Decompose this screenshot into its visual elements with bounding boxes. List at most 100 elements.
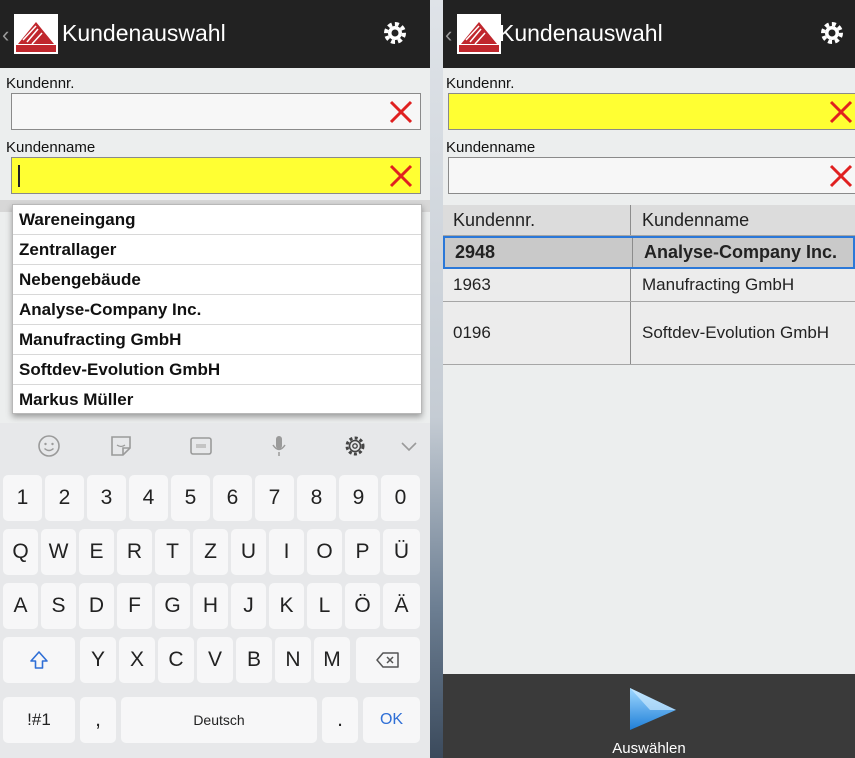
keyboard-settings-icon[interactable] — [342, 433, 368, 459]
key[interactable]: K — [269, 583, 304, 629]
key[interactable]: Ä — [383, 583, 420, 629]
key[interactable]: 2 — [45, 475, 84, 521]
key[interactable]: E — [79, 529, 114, 575]
backspace-key[interactable] — [356, 637, 420, 683]
key[interactable]: S — [41, 583, 76, 629]
key[interactable]: C — [158, 637, 194, 683]
settings-gear-icon[interactable] — [382, 20, 408, 46]
customer-name-field[interactable] — [11, 157, 421, 194]
select-play-icon[interactable] — [624, 680, 680, 736]
sticker-icon[interactable] — [108, 433, 134, 459]
clear-icon[interactable] — [388, 99, 414, 125]
key[interactable]: 1 — [3, 475, 42, 521]
key[interactable]: T — [155, 529, 190, 575]
action-bar: Auswählen — [443, 674, 855, 758]
key[interactable]: Y — [80, 637, 116, 683]
customer-no-field[interactable] — [448, 93, 855, 130]
period-key[interactable]: . — [322, 697, 358, 743]
cell-customer-name: Softdev-Evolution GmbH — [642, 323, 830, 342]
key[interactable]: G — [155, 583, 190, 629]
table-row-selected[interactable]: 2948 Analyse-Company Inc. — [443, 236, 855, 269]
emoji-icon[interactable] — [36, 433, 62, 459]
customer-name-label: Kundenname — [6, 139, 96, 156]
symbols-key[interactable]: !#1 — [3, 697, 75, 743]
clear-icon[interactable] — [388, 163, 414, 189]
table-row[interactable]: 1963 Manufracting GmbH — [443, 269, 855, 302]
cell-customer-no: 0196 — [443, 302, 631, 364]
column-header[interactable]: Kundenname — [632, 205, 855, 235]
key[interactable]: A — [3, 583, 38, 629]
clear-icon[interactable] — [828, 99, 854, 125]
customer-name-label: Kundenname — [446, 139, 536, 156]
key[interactable]: D — [79, 583, 114, 629]
key[interactable]: 5 — [171, 475, 210, 521]
cell-customer-name: Manufracting GmbH — [642, 275, 795, 294]
app-bar: ‹ Kundenauswahl — [443, 0, 855, 68]
key[interactable]: H — [193, 583, 228, 629]
key[interactable]: X — [119, 637, 155, 683]
key[interactable]: Ü — [383, 529, 420, 575]
on-screen-keyboard: 1 2 3 4 5 6 7 8 9 0 Q W E R T Z U I O P … — [0, 423, 430, 758]
suggestion-item[interactable]: Wareneingang — [13, 205, 421, 235]
key[interactable]: I — [269, 529, 304, 575]
keyboard-number-row: 1 2 3 4 5 6 7 8 9 0 — [0, 475, 430, 525]
key[interactable]: J — [231, 583, 266, 629]
key[interactable]: Q — [3, 529, 38, 575]
key[interactable]: M — [314, 637, 350, 683]
key[interactable]: P — [345, 529, 380, 575]
key[interactable]: L — [307, 583, 342, 629]
gif-icon[interactable] — [188, 433, 214, 459]
key[interactable]: 6 — [213, 475, 252, 521]
key[interactable]: V — [197, 637, 233, 683]
customer-no-label: Kundennr. — [6, 75, 75, 92]
cell-customer-no: 1963 — [443, 269, 631, 301]
suggestion-item[interactable]: Analyse-Company Inc. — [13, 295, 421, 325]
text-cursor — [18, 165, 20, 187]
key[interactable]: 7 — [255, 475, 294, 521]
customer-name-field[interactable] — [448, 157, 855, 194]
suggestion-item[interactable]: Zentrallager — [13, 235, 421, 265]
app-bar: ‹ Kundenauswahl — [0, 0, 430, 68]
page-title: Kundenauswahl — [62, 20, 226, 46]
suggestion-item[interactable]: Softdev-Evolution GmbH — [13, 355, 421, 385]
suggestion-item[interactable]: Markus Müller — [13, 385, 421, 415]
key[interactable]: O — [307, 529, 342, 575]
key[interactable]: Ö — [345, 583, 380, 629]
key[interactable]: U — [231, 529, 266, 575]
table-row[interactable]: 0196 Softdev-Evolution GmbH — [443, 302, 855, 365]
suggestion-item[interactable]: Nebengebäude — [13, 265, 421, 295]
key[interactable]: B — [236, 637, 272, 683]
key[interactable]: 0 — [381, 475, 420, 521]
right-screen: ‹ Kundenauswahl Kundennr. Kundenname Kun… — [443, 0, 855, 758]
back-arrow-icon[interactable]: ‹ — [445, 22, 452, 48]
settings-gear-icon[interactable] — [819, 20, 845, 46]
back-arrow-icon[interactable]: ‹ — [2, 22, 9, 48]
page-title: Kundenauswahl — [499, 20, 663, 46]
select-button-label[interactable]: Auswählen — [443, 740, 855, 757]
key[interactable]: F — [117, 583, 152, 629]
key[interactable]: Z — [193, 529, 228, 575]
company-logo-icon — [457, 14, 501, 54]
keyboard-row-3: Y X C V B N M — [0, 637, 430, 687]
cell-customer-no: 2948 — [445, 238, 633, 267]
shift-arrow-icon — [30, 651, 48, 669]
ok-key[interactable]: OK — [363, 697, 420, 743]
customer-no-field[interactable] — [11, 93, 421, 130]
key[interactable]: W — [41, 529, 76, 575]
customer-no-label: Kundennr. — [446, 75, 515, 92]
microphone-icon[interactable] — [266, 433, 292, 459]
key[interactable]: N — [275, 637, 311, 683]
key[interactable]: R — [117, 529, 152, 575]
comma-key[interactable]: , — [80, 697, 116, 743]
clear-icon[interactable] — [828, 163, 854, 189]
suggestion-item[interactable]: Manufracting GmbH — [13, 325, 421, 355]
key[interactable]: 8 — [297, 475, 336, 521]
shift-key[interactable] — [3, 637, 75, 683]
chevron-down-icon[interactable] — [396, 433, 422, 459]
key[interactable]: 4 — [129, 475, 168, 521]
keyboard-row-1: Q W E R T Z U I O P Ü — [0, 529, 430, 579]
space-key[interactable]: Deutsch — [121, 697, 317, 743]
key[interactable]: 9 — [339, 475, 378, 521]
key[interactable]: 3 — [87, 475, 126, 521]
column-header[interactable]: Kundennr. — [443, 205, 631, 235]
